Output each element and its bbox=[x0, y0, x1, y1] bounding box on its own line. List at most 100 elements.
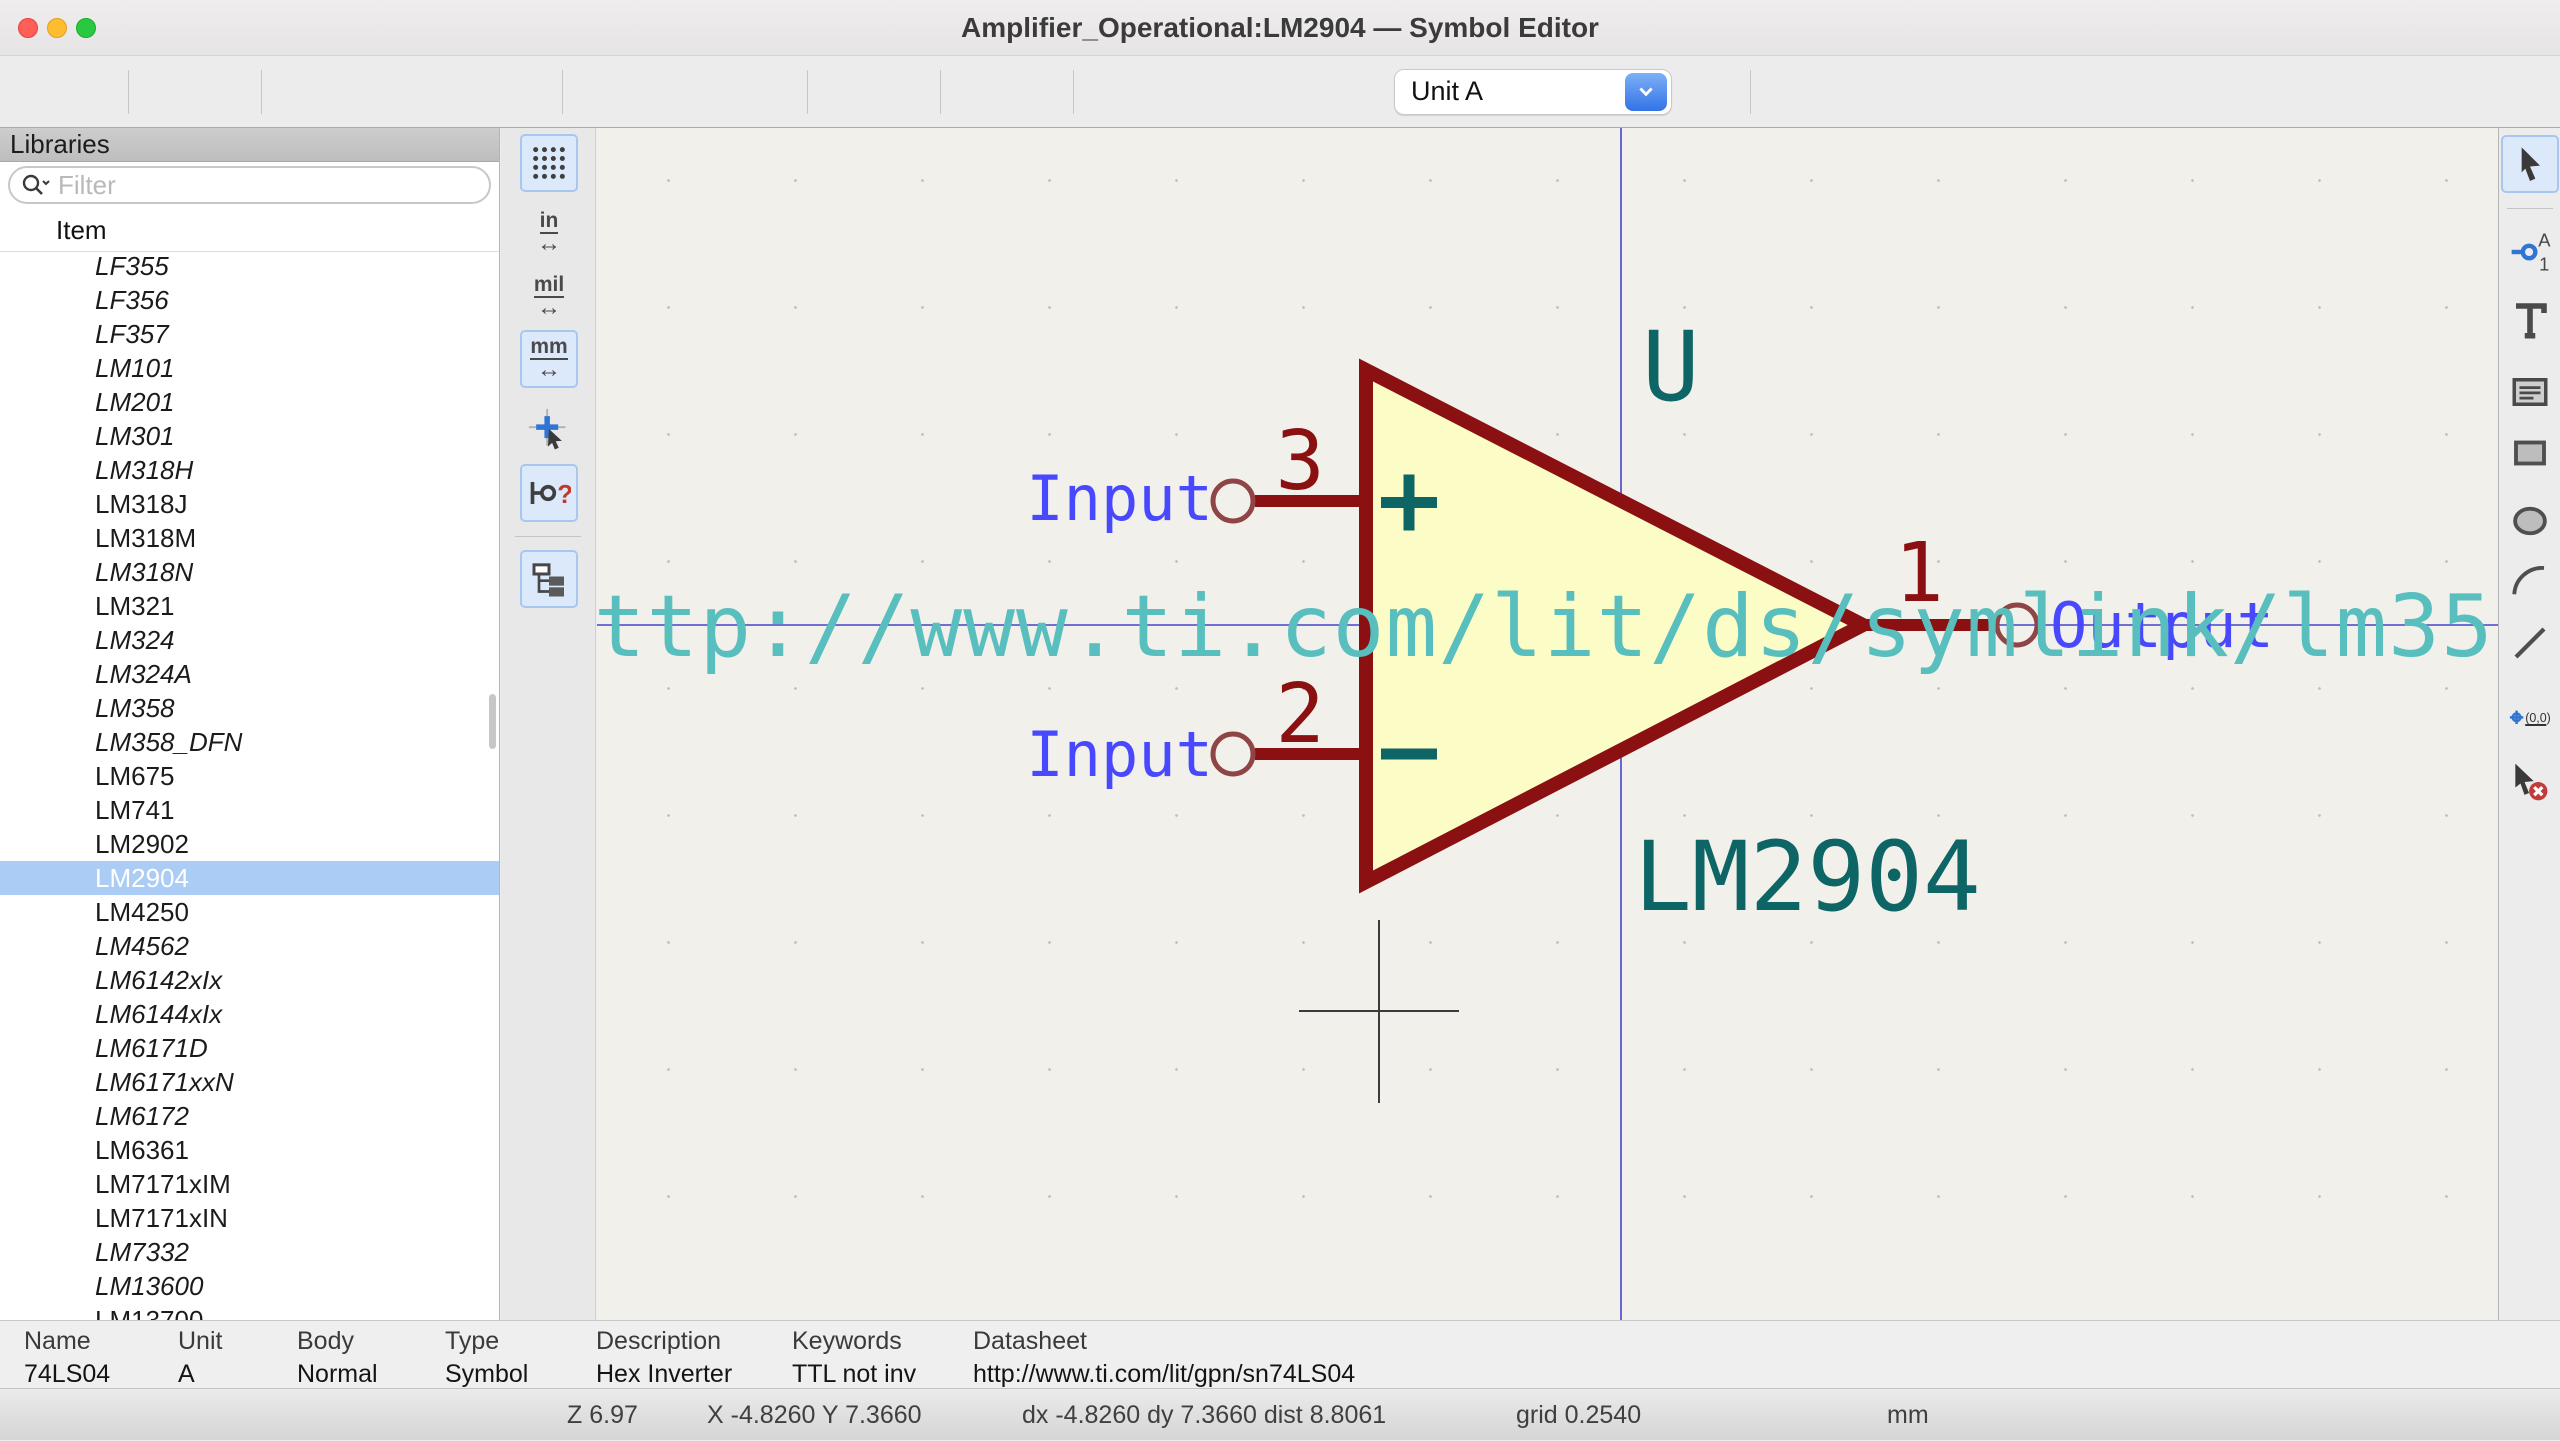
add-textbox-tool-button[interactable] bbox=[2501, 363, 2559, 421]
info-name: Name 74LS04 bbox=[24, 1321, 110, 1389]
library-item-LM321[interactable]: LM321 bbox=[0, 589, 499, 623]
zoom-in-button[interactable] bbox=[332, 69, 378, 115]
zoom-out-button[interactable] bbox=[388, 69, 434, 115]
library-item-LM201[interactable]: LM201 bbox=[0, 385, 499, 419]
units-mils-button[interactable]: mil ↔ bbox=[520, 268, 578, 326]
add-pin-tool-button[interactable]: A 1 bbox=[2501, 223, 2559, 281]
symbol-checker-button[interactable] bbox=[1011, 69, 1057, 115]
list-scrollbar-thumb[interactable] bbox=[489, 694, 496, 749]
library-item-LM4250[interactable]: LM4250 bbox=[0, 895, 499, 929]
refresh-view-button[interactable] bbox=[276, 69, 322, 115]
mirror-horizontal-button[interactable] bbox=[689, 69, 735, 115]
pin3-name: Input bbox=[1026, 462, 1213, 535]
symbol-reference-field[interactable]: U bbox=[1642, 311, 1700, 423]
library-item-LM6171D[interactable]: LM6171D bbox=[0, 1031, 499, 1065]
units-mm-button[interactable]: mm ↔ bbox=[520, 330, 578, 388]
rotate-cw-button[interactable] bbox=[633, 69, 679, 115]
rotate-ccw-button[interactable] bbox=[577, 69, 623, 115]
library-tree-icon bbox=[529, 559, 569, 599]
info-unit-label: Unit bbox=[178, 1327, 222, 1356]
library-item-LM13700[interactable]: LM13700 bbox=[0, 1303, 499, 1320]
library-item-LM6144xIx[interactable]: LM6144xIx bbox=[0, 997, 499, 1031]
synchronized-pins-button[interactable] bbox=[1688, 69, 1734, 115]
filter-box[interactable] bbox=[8, 166, 491, 204]
zoom-to-fit-button[interactable] bbox=[444, 69, 490, 115]
toolbar-separator bbox=[128, 70, 129, 114]
library-item-LM301[interactable]: LM301 bbox=[0, 419, 499, 453]
library-item-LM6361[interactable]: LM6361 bbox=[0, 1133, 499, 1167]
datasheet-button[interactable] bbox=[955, 69, 1001, 115]
info-description-label: Description bbox=[596, 1327, 732, 1356]
save-button[interactable] bbox=[66, 69, 112, 115]
info-body-value: Normal bbox=[297, 1360, 378, 1389]
library-item-LM6172[interactable]: LM6172 bbox=[0, 1099, 499, 1133]
delete-tool-button[interactable] bbox=[2501, 753, 2559, 811]
library-item-LM318J[interactable]: LM318J bbox=[0, 487, 499, 521]
symbol-properties-button[interactable] bbox=[822, 69, 868, 115]
library-item-LM7171xIM[interactable]: LM7171xIM bbox=[0, 1167, 499, 1201]
minus-polarity-glyph bbox=[1381, 749, 1437, 760]
toolbar-separator bbox=[562, 70, 563, 114]
select-tool-button[interactable] bbox=[2501, 135, 2559, 193]
pin2-name: Input bbox=[1026, 718, 1213, 791]
library-item-LM324A[interactable]: LM324A bbox=[0, 657, 499, 691]
library-item-LM2902[interactable]: LM2902 bbox=[0, 827, 499, 861]
filter-input[interactable] bbox=[50, 170, 479, 201]
library-item-LM675[interactable]: LM675 bbox=[0, 759, 499, 793]
mirror-vertical-button[interactable] bbox=[745, 69, 791, 115]
add-rectangle-tool-button[interactable] bbox=[2501, 424, 2559, 482]
unit-select[interactable]: Unit A bbox=[1394, 69, 1672, 115]
library-item-LM6171xxN[interactable]: LM6171xxN bbox=[0, 1065, 499, 1099]
pin3-endpoint-circle[interactable] bbox=[1213, 481, 1253, 521]
library-item-list[interactable]: LF355LF356LF357LM101LM201LM301LM318HLM31… bbox=[0, 252, 499, 1320]
library-tree-toggle-button[interactable] bbox=[520, 550, 578, 608]
add-circle-tool-button[interactable] bbox=[2501, 492, 2559, 550]
add-arc-tool-button[interactable] bbox=[2501, 553, 2559, 611]
library-item-LM7171xIN[interactable]: LM7171xIN bbox=[0, 1201, 499, 1235]
datasheet-watermark-field[interactable]: http://www.ti.com/lit/ds/symlink/lm358 bbox=[597, 577, 2498, 677]
symbol-value-field[interactable]: LM2904 bbox=[1634, 821, 1981, 933]
library-item-LM4562[interactable]: LM4562 bbox=[0, 929, 499, 963]
info-datasheet-label: Datasheet bbox=[973, 1327, 1355, 1356]
library-item-LM318M[interactable]: LM318M bbox=[0, 521, 499, 555]
library-item-LM358_DFN[interactable]: LM358_DFN bbox=[0, 725, 499, 759]
add-line-tool-button[interactable] bbox=[2501, 614, 2559, 672]
info-body-label: Body bbox=[297, 1327, 378, 1356]
library-item-LM318N[interactable]: LM318N bbox=[0, 555, 499, 589]
zoom-to-selection-button[interactable] bbox=[500, 69, 546, 115]
library-item-LM741[interactable]: LM741 bbox=[0, 793, 499, 827]
inches-icon: in ↔ bbox=[537, 210, 561, 256]
library-item-LM318H[interactable]: LM318H bbox=[0, 453, 499, 487]
units-inches-button[interactable]: in ↔ bbox=[520, 204, 578, 262]
move-anchor-tool-button[interactable]: (0,0) bbox=[2501, 696, 2559, 754]
pin2-endpoint-circle[interactable] bbox=[1213, 734, 1253, 774]
library-item-LF356[interactable]: LF356 bbox=[0, 283, 499, 317]
toolbar-separator bbox=[1750, 70, 1751, 114]
svg-text:?: ? bbox=[557, 481, 571, 509]
pin3-number: 3 bbox=[1275, 414, 1324, 509]
pin-electrical-type-button[interactable]: ? bbox=[520, 464, 578, 522]
grid-toggle-button[interactable] bbox=[520, 134, 578, 192]
add-symbol-to-schematic-button[interactable] bbox=[1765, 69, 1811, 115]
pin-table-button[interactable] bbox=[878, 69, 924, 115]
add-text-tool-button[interactable] bbox=[2501, 291, 2559, 349]
library-item-LM358[interactable]: LM358 bbox=[0, 691, 499, 725]
demorgan-standard-button[interactable] bbox=[1238, 69, 1284, 115]
library-item-LM13600[interactable]: LM13600 bbox=[0, 1269, 499, 1303]
library-item-LM101[interactable]: LM101 bbox=[0, 351, 499, 385]
cursor-shape-button[interactable] bbox=[520, 400, 578, 458]
window-title: Amplifier_Operational:LM2904 — Symbol Ed… bbox=[0, 0, 2560, 56]
redo-button[interactable] bbox=[199, 69, 245, 115]
undo-button[interactable] bbox=[143, 69, 189, 115]
library-item-LF355[interactable]: LF355 bbox=[0, 252, 499, 283]
symbol-canvas[interactable]: 3 Input 2 Input 1 Output U LM2904 bbox=[597, 128, 2498, 1320]
library-item-LM2904[interactable]: LM2904 bbox=[0, 861, 499, 895]
library-item-LM6142xIx[interactable]: LM6142xIx bbox=[0, 963, 499, 997]
library-item-LM324[interactable]: LM324 bbox=[0, 623, 499, 657]
mils-icon: mil ↔ bbox=[534, 274, 564, 320]
new-symbol-button[interactable] bbox=[10, 69, 56, 115]
library-item-LF357[interactable]: LF357 bbox=[0, 317, 499, 351]
crosshair-cursor-icon bbox=[527, 407, 571, 451]
demorgan-alternate-button[interactable] bbox=[1294, 69, 1340, 115]
library-item-LM7332[interactable]: LM7332 bbox=[0, 1235, 499, 1269]
